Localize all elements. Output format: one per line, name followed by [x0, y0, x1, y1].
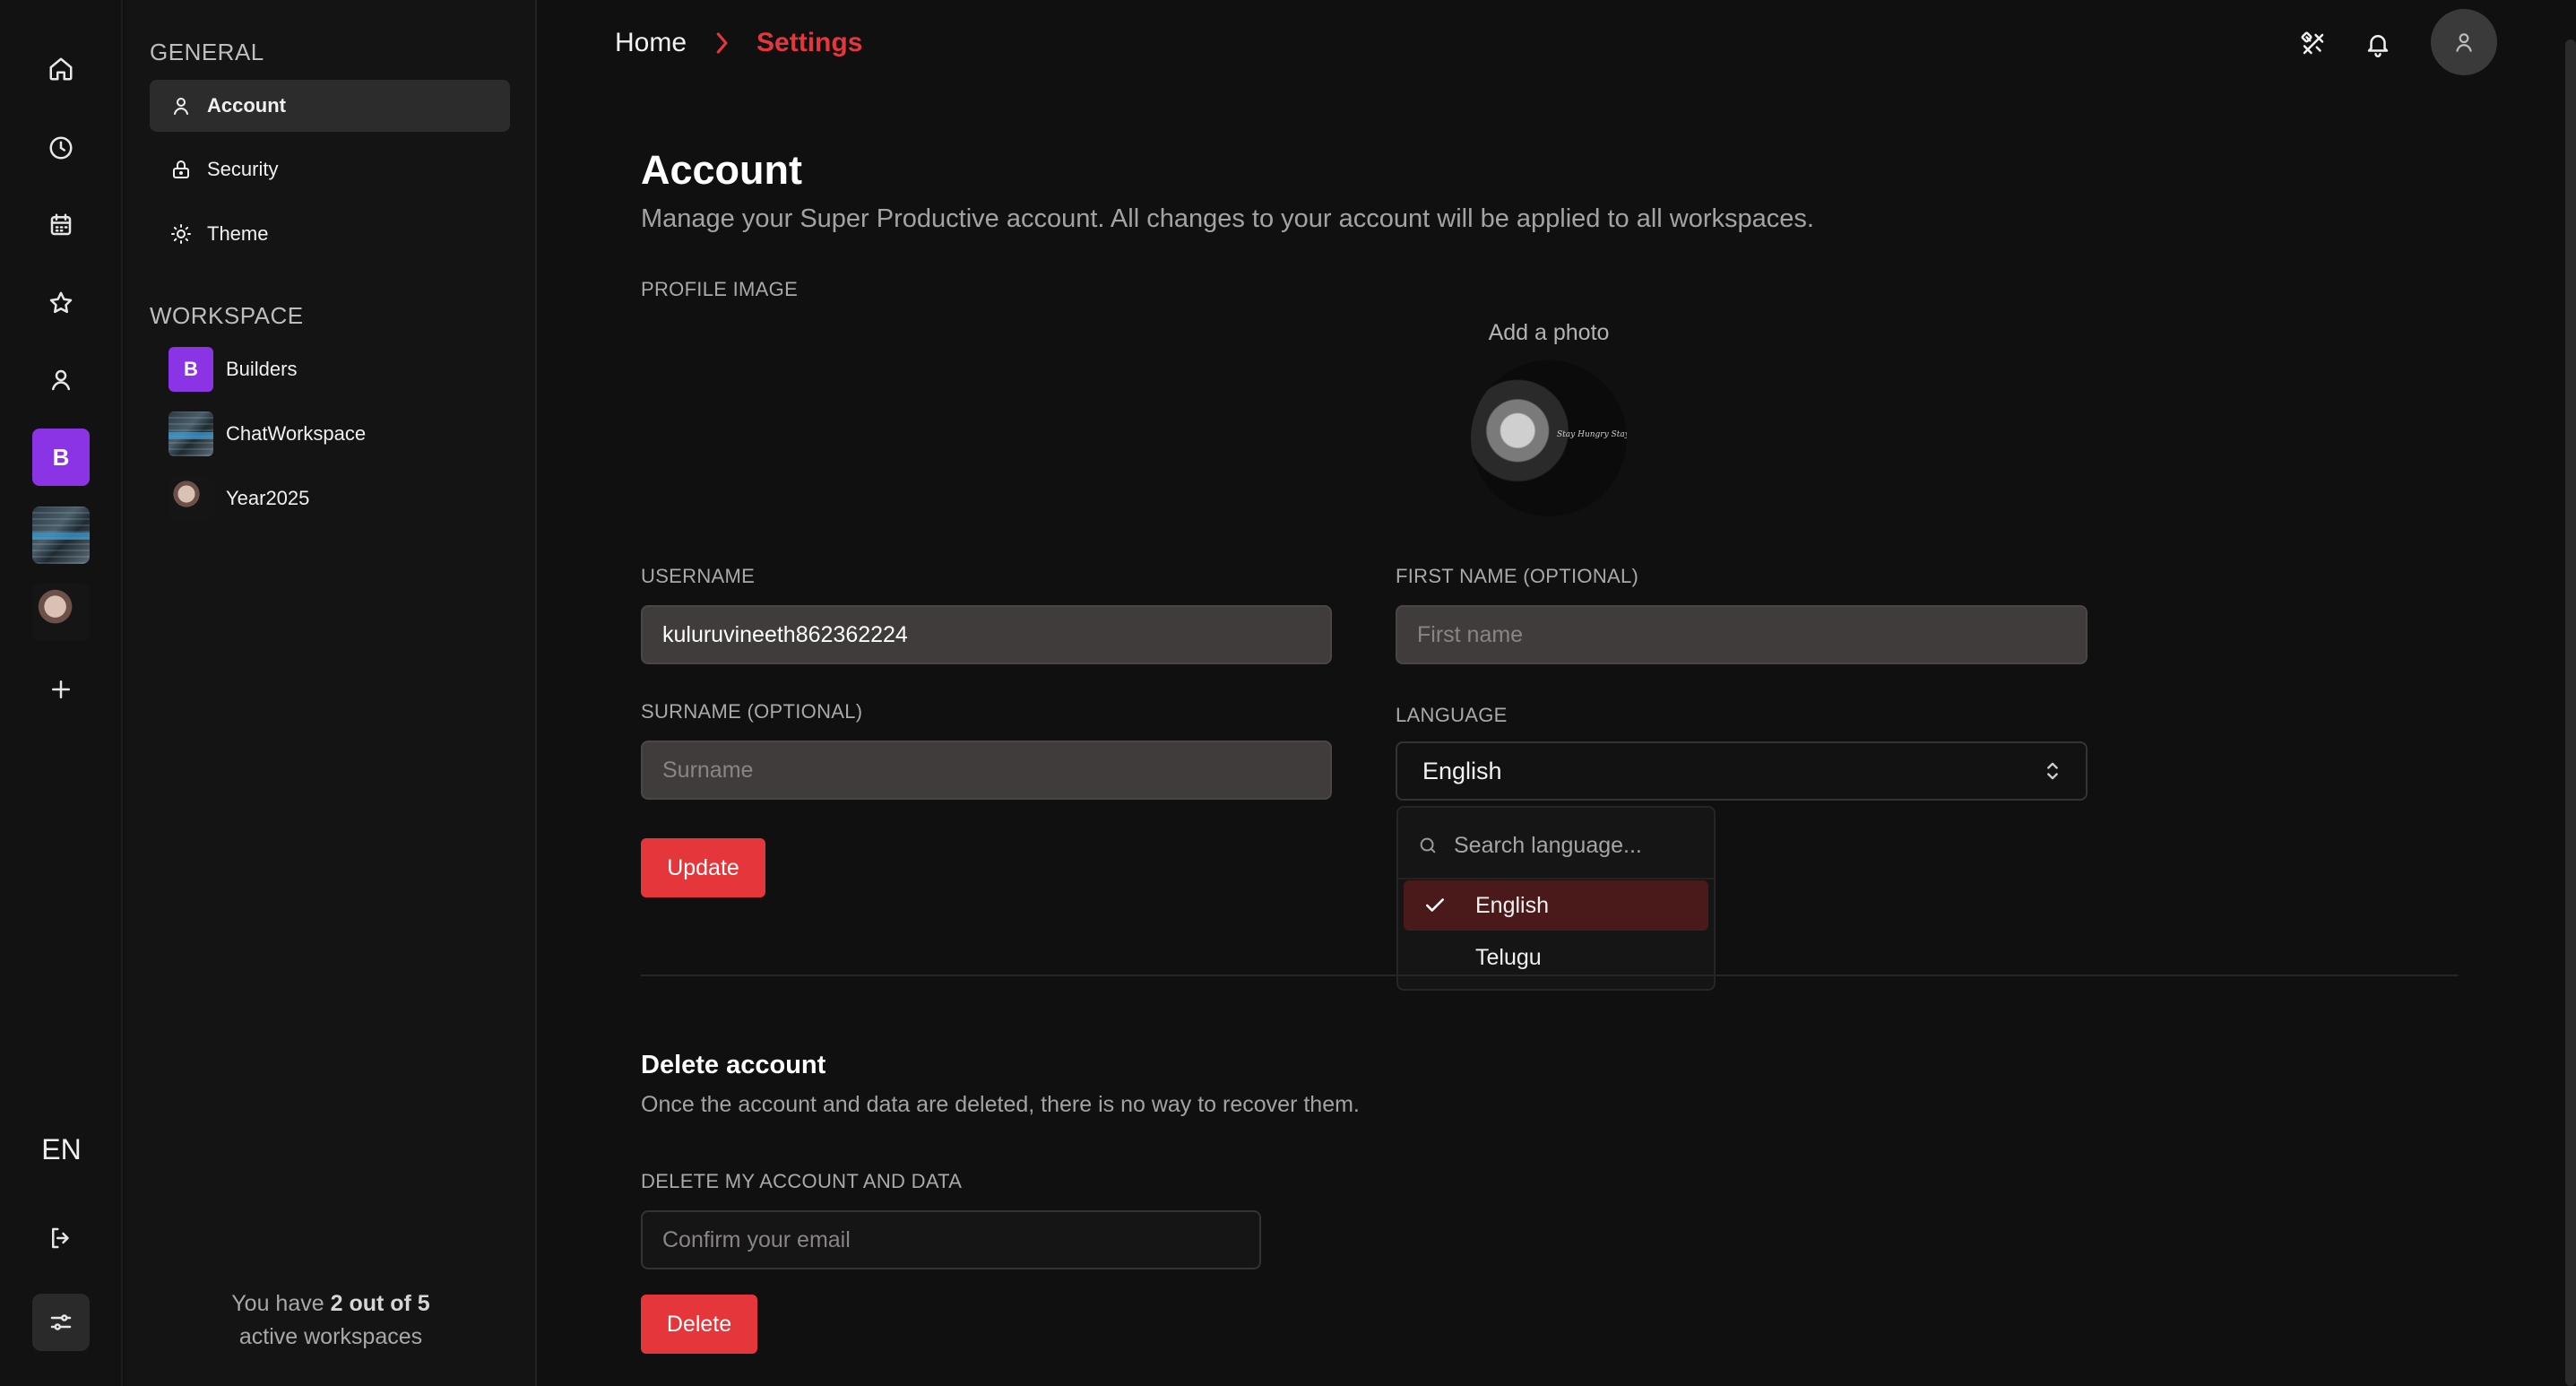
settings-sliders-icon[interactable]	[32, 1294, 90, 1351]
first-name-input[interactable]	[1396, 605, 2088, 664]
workspace-builders-avatar: B	[169, 347, 213, 392]
page-title: Account	[641, 147, 802, 193]
page-subtitle: Manage your Super Productive account. Al…	[641, 204, 1814, 233]
delete-button[interactable]: Delete	[641, 1295, 757, 1354]
confirm-email-input[interactable]	[641, 1210, 1261, 1269]
logout-icon[interactable]	[32, 1209, 90, 1267]
user-icon	[169, 94, 193, 117]
tools-icon[interactable]	[2293, 23, 2334, 65]
workspace-chatworkspace-thumbnail	[169, 411, 213, 456]
star-icon[interactable]	[32, 274, 90, 332]
language-select-value: English	[1422, 757, 1502, 784]
workspace-builders-avatar[interactable]: B	[32, 429, 90, 486]
delete-account-description: Once the account and data are deleted, t…	[641, 1092, 1360, 1117]
language-dropdown: English Telugu	[1396, 806, 1716, 991]
user-avatar[interactable]	[2431, 9, 2497, 75]
username-input[interactable]	[641, 605, 1332, 664]
add-photo-label[interactable]: Add a photo	[1434, 320, 1664, 346]
sidebar-item-theme[interactable]: Theme	[150, 208, 510, 260]
breadcrumb: Home Settings	[615, 25, 862, 61]
sidebar-item-label: Year2025	[226, 487, 310, 509]
chevron-right-icon	[710, 30, 733, 56]
delete-account-title: Delete account	[641, 1051, 826, 1079]
sidebar-item-label: Builders	[226, 358, 298, 380]
profile-photo[interactable]: Stay Hungry Stay	[1471, 360, 1627, 516]
update-button[interactable]: Update	[641, 838, 765, 897]
calendar-icon[interactable]	[32, 196, 90, 254]
clock-icon[interactable]	[32, 119, 90, 177]
sidebar-item-account[interactable]: Account	[150, 80, 510, 132]
delete-account-field-label: DELETE MY ACCOUNT AND DATA	[641, 1170, 963, 1192]
icon-rail: B EN	[0, 0, 123, 1386]
language-indicator[interactable]: EN	[0, 1133, 123, 1166]
workspace-chatworkspace-thumbnail[interactable]	[32, 507, 90, 564]
bell-icon[interactable]	[2357, 23, 2399, 65]
user-icon[interactable]	[32, 351, 90, 409]
sidebar-workspace-year2025[interactable]: Year2025	[150, 472, 510, 524]
username-label: USERNAME	[641, 565, 756, 587]
workspace-usage-prefix: You have	[231, 1291, 324, 1316]
surname-input[interactable]	[641, 741, 1332, 800]
home-icon[interactable]	[32, 40, 90, 98]
language-select[interactable]: English	[1396, 741, 2088, 801]
breadcrumb-home[interactable]: Home	[615, 28, 687, 58]
surname-label: SURNAME (OPTIONAL)	[641, 700, 863, 723]
dropdown-divider	[1398, 878, 1714, 879]
settings-sidebar: GENERAL Account Security Theme WORKSPACE…	[125, 0, 537, 1386]
sidebar-item-label: Account	[207, 94, 286, 117]
section-divider	[641, 975, 2459, 976]
chevrons-up-down-icon	[2047, 762, 2058, 780]
general-heading: GENERAL	[150, 39, 264, 65]
language-label: LANGUAGE	[1396, 704, 1508, 726]
sun-icon	[169, 222, 193, 246]
page-scrollbar[interactable]	[2565, 39, 2576, 1386]
workspace-heading: WORKSPACE	[150, 302, 304, 329]
sidebar-workspace-chatworkspace[interactable]: ChatWorkspace	[150, 408, 510, 460]
sidebar-item-security[interactable]: Security	[150, 143, 510, 195]
lock-icon	[169, 158, 193, 181]
workspace-year2025-thumbnail[interactable]	[32, 584, 90, 641]
language-search	[1418, 827, 1705, 863]
search-icon	[1420, 837, 1436, 853]
add-workspace-icon[interactable]	[32, 661, 90, 718]
workspace-year2025-thumbnail	[169, 476, 213, 521]
first-name-label: FIRST NAME (OPTIONAL)	[1396, 565, 1639, 587]
sidebar-workspace-builders[interactable]: B Builders	[150, 343, 510, 395]
workspace-usage-suffix: active workspaces	[238, 1324, 423, 1349]
language-option-english[interactable]: English	[1404, 880, 1708, 931]
profile-image-label: PROFILE IMAGE	[641, 278, 799, 300]
app-root: B EN GENERAL Account Security Theme WORK…	[0, 0, 2576, 1386]
language-search-input[interactable]	[1454, 832, 1687, 859]
workspace-usage-count: 2 out of 5	[330, 1291, 430, 1316]
breadcrumb-current: Settings	[756, 28, 863, 57]
check-icon	[1426, 898, 1444, 912]
language-option-label: Telugu	[1475, 944, 1542, 970]
workspace-usage-note: You have 2 out of 5 active workspaces	[125, 1287, 537, 1354]
sidebar-item-label: ChatWorkspace	[226, 422, 367, 445]
sidebar-item-label: Theme	[207, 222, 269, 245]
sidebar-item-label: Security	[207, 158, 279, 180]
language-option-label: English	[1475, 892, 1549, 918]
